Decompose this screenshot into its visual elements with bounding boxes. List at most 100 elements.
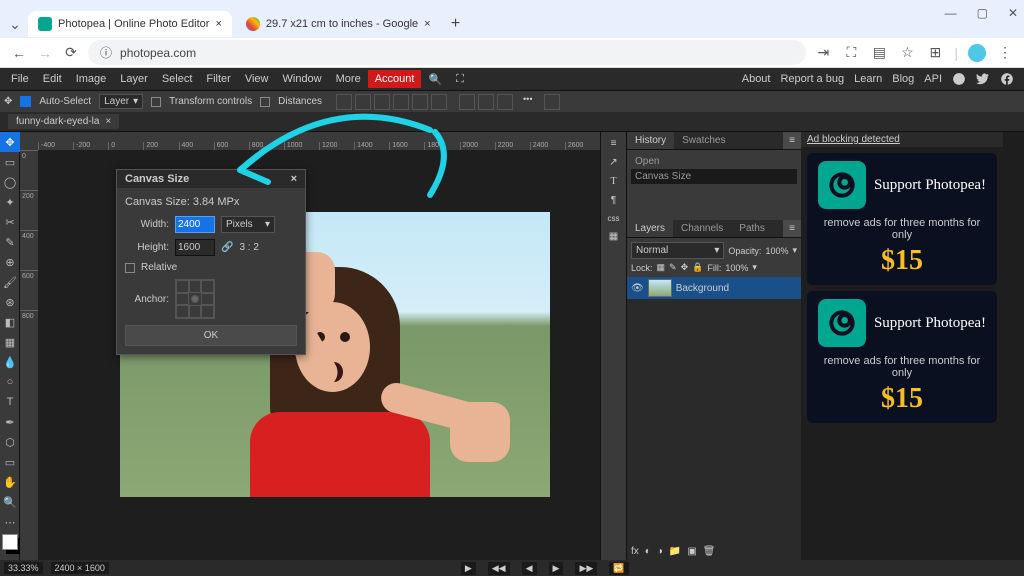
extensions-icon[interactable]: ⊞ [926,44,944,62]
tab-swatches[interactable]: Swatches [674,132,733,149]
align-icon[interactable] [393,94,409,110]
zoom-level[interactable]: 33.33% [4,562,43,574]
browser-tab[interactable]: 29.7 x21 cm to inches - Google × [236,11,441,37]
tab-layers[interactable]: Layers [627,220,673,237]
file-tab-active[interactable]: funny-dark-eyed-la × [8,114,119,129]
link-icon[interactable]: 🔗 [221,242,233,253]
menu-account[interactable]: Account [368,70,422,88]
tab-channels[interactable]: Channels [673,220,731,237]
menu-filter[interactable]: Filter [199,70,237,88]
align-icon[interactable] [412,94,428,110]
facebook-icon[interactable] [1000,72,1014,86]
height-input[interactable] [175,239,215,256]
profile-avatar[interactable] [968,44,986,62]
width-input[interactable] [175,216,215,233]
anim-icon[interactable]: 🔁 [609,562,628,575]
align-icon[interactable] [431,94,447,110]
tab-paths[interactable]: Paths [731,220,773,237]
tab-history[interactable]: History [627,132,674,149]
align-icon[interactable] [336,94,352,110]
visibility-icon[interactable]: 👁 [631,283,644,294]
back-button[interactable]: ← [10,44,28,62]
menu-api[interactable]: API [924,73,942,85]
anim-icon[interactable]: ◀◀ [488,562,510,575]
align-icon[interactable] [374,94,390,110]
blend-mode-select[interactable]: Normal▾ [631,242,724,259]
panel-icon[interactable]: ↗ [609,157,617,168]
history-item[interactable]: Open [631,154,797,169]
eyedropper-tool[interactable]: ✎ [0,232,20,252]
type-tool[interactable]: T [0,392,20,412]
menu-view[interactable]: View [238,70,276,88]
layer-select[interactable]: Layer▾ [99,94,143,109]
anim-icon[interactable]: ▶ [549,562,564,575]
distribute-icon[interactable] [497,94,513,110]
menu-blog[interactable]: Blog [892,73,914,85]
lock-icon[interactable]: ✎ [669,262,677,273]
crop-tool[interactable]: ✂ [0,212,20,232]
panel-menu-icon[interactable]: ≡ [783,132,801,149]
color-swatches[interactable] [2,534,18,550]
align-icon[interactable] [355,94,371,110]
menu-about[interactable]: About [742,73,771,85]
marquee-tool[interactable]: ▭ [0,152,20,172]
canvas-area[interactable]: -400-20002004006008001000120014001600180… [20,132,600,560]
grid-icon[interactable] [544,94,560,110]
browser-tab-active[interactable]: Photopea | Online Photo Editor × [28,11,232,37]
anchor-grid[interactable] [175,279,215,319]
menu-file[interactable]: File [4,70,36,88]
menu-edit[interactable]: Edit [36,70,69,88]
heal-tool[interactable]: ⊕ [0,252,20,272]
close-window-button[interactable]: ✕ [1008,6,1018,20]
forward-button[interactable]: → [36,44,54,62]
opacity-value[interactable]: 100% [765,246,788,256]
bookmark-icon[interactable]: ☆ [898,44,916,62]
lasso-tool[interactable]: ◯ [0,172,20,192]
path-tool[interactable]: ⬡ [0,432,20,452]
distribute-icon[interactable] [459,94,475,110]
minimize-button[interactable]: — [945,6,957,20]
eraser-tool[interactable]: ◧ [0,312,20,332]
brush-tool[interactable]: 🖌 [0,272,20,292]
lock-icon[interactable]: ▦ [657,262,666,273]
chevron-down-icon[interactable]: ⌄ [6,15,24,33]
relative-checkbox[interactable] [125,263,135,273]
url-input[interactable]: ⓘ photopea.com [88,40,806,65]
stamp-tool[interactable]: ⊛ [0,292,20,312]
pen-tool[interactable]: ✒ [0,412,20,432]
blur-tool[interactable]: 💧 [0,352,20,372]
anim-icon[interactable]: ▶ [461,562,476,575]
wand-tool[interactable]: ✦ [0,192,20,212]
zoom-tool[interactable]: 🔍 [0,492,20,512]
panel-menu-icon[interactable]: ≡ [783,220,801,237]
history-item[interactable]: Canvas Size [631,169,797,184]
layer-fx-icon[interactable]: fx [631,546,639,557]
menu-more[interactable]: More [329,70,368,88]
auto-select-checkbox[interactable] [20,96,31,107]
anim-icon[interactable]: ◀ [522,562,537,575]
cast-icon[interactable]: ⇥ [814,44,832,62]
hand-tool[interactable]: ✋ [0,472,20,492]
panel-icon[interactable]: ≡ [611,138,617,149]
maximize-button[interactable]: ▢ [977,6,988,20]
ok-button[interactable]: OK [125,325,297,346]
panel-icon[interactable]: ▦ [609,231,618,242]
layer-mask-icon[interactable]: ◐ [645,546,651,557]
fill-value[interactable]: 100% [725,263,748,273]
reddit-icon[interactable] [952,72,966,86]
css-label[interactable]: css [608,214,620,223]
anim-icon[interactable]: ▶▶ [575,562,597,575]
menu-window[interactable]: Window [276,70,329,88]
more-tools[interactable]: ⋯ [0,512,20,532]
transform-checkbox[interactable] [151,97,161,107]
gradient-tool[interactable]: ▦ [0,332,20,352]
ad-banner[interactable]: Support Photopea! remove ads for three m… [807,291,997,423]
site-info-icon[interactable]: ⓘ [100,44,112,61]
character-icon[interactable]: T [610,176,616,187]
shape-tool[interactable]: ▭ [0,452,20,472]
layer-row[interactable]: 👁 Background [627,277,801,299]
search-icon[interactable]: 🔍 [421,70,449,89]
lock-icon[interactable]: ✥ [681,262,689,273]
fullscreen-icon[interactable]: ⛶ [449,70,471,89]
layer-folder-icon[interactable]: 📁 [669,546,681,557]
